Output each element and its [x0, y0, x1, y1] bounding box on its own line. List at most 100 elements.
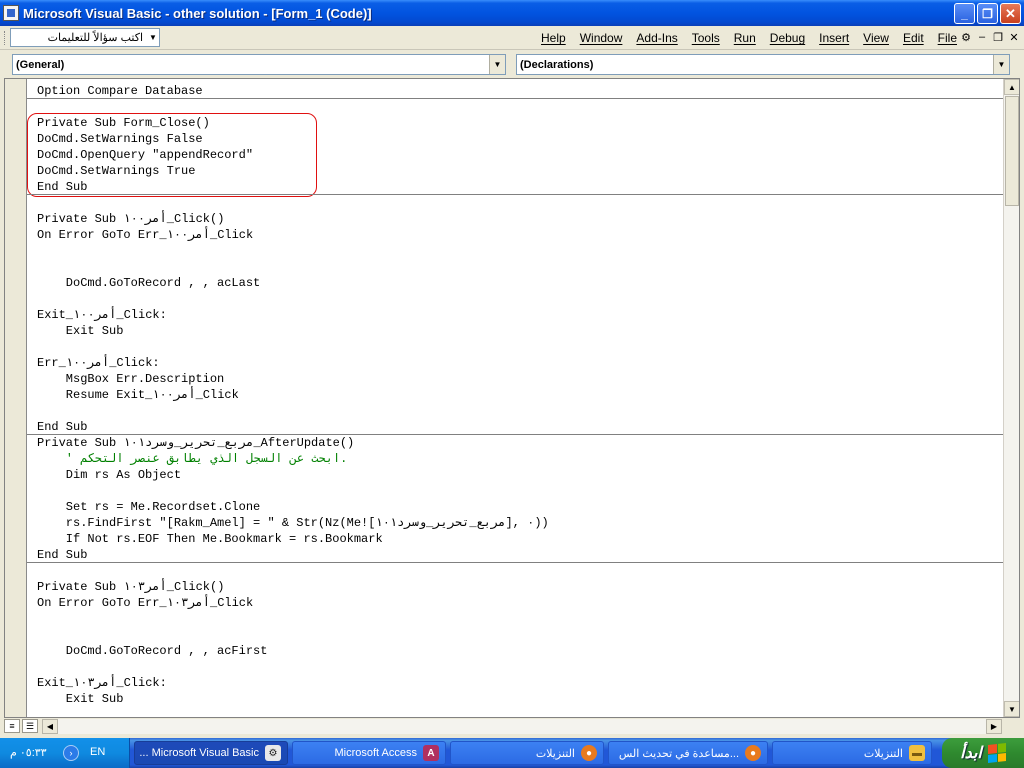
help-question-box[interactable]: اكتب سؤالاً للتعليمات ▼	[10, 28, 160, 47]
code-line[interactable]: Private Sub أمر١٠٣_Click()	[37, 579, 224, 595]
procedure-combo[interactable]: (Declarations) ▼	[516, 54, 1010, 75]
child-close-button[interactable]: ✕	[1008, 31, 1020, 44]
code-line[interactable]: Exit_أمر١٠٠_Click:	[37, 307, 167, 323]
menu-item-add-ins[interactable]: Add-Ins	[629, 31, 684, 45]
title-bar[interactable]: Microsoft Visual Basic - other solution …	[0, 0, 1024, 26]
procedure-combo-row: (General) ▼ (Declarations) ▼	[0, 51, 1024, 78]
code-line[interactable]: End Sub	[37, 419, 87, 435]
menu-item-insert[interactable]: Insert	[812, 31, 856, 45]
taskbar-button-vb[interactable]: ... Microsoft Visual Basic ⚙	[134, 741, 288, 765]
taskbar-button-access[interactable]: Microsoft Access A	[292, 741, 446, 765]
scroll-left-icon[interactable]: ◀	[42, 719, 58, 734]
object-combo[interactable]: (General) ▼	[12, 54, 506, 75]
code-line[interactable]: On Error GoTo Err_أمر١٠٠_Click	[37, 227, 253, 243]
procedure-separator	[27, 98, 1005, 99]
horizontal-scroll-row: ≡ ☰ ◀ ▶	[0, 718, 1024, 736]
vb-form-icon[interactable]: ⚙	[960, 31, 972, 44]
code-line[interactable]: Private Sub أمر١٠٠_Click()	[37, 211, 224, 227]
code-line[interactable]: End Sub	[37, 547, 87, 563]
folder-icon: ▬	[909, 745, 925, 761]
taskbar-button-downloads-firefox[interactable]: التنزيلات ●	[450, 741, 604, 765]
code-comment-line[interactable]: ' ابحث عن السجل الذي يطابق عنصر التحكم.	[37, 451, 348, 467]
code-line[interactable]: End Sub	[37, 179, 87, 195]
procedure-combo-value: (Declarations)	[520, 58, 594, 71]
view-buttons: ≡ ☰	[4, 719, 38, 733]
scroll-thumb[interactable]	[1005, 96, 1019, 206]
menu-item-view[interactable]: View	[856, 31, 896, 45]
code-window[interactable]: Option Compare Database Private Sub Form_…	[4, 78, 1020, 718]
restore-button[interactable]: ❐	[977, 3, 998, 24]
chevron-down-icon[interactable]: ▼	[147, 29, 159, 46]
scroll-up-icon[interactable]: ▲	[1004, 79, 1019, 95]
menu-items: Help Window Add-Ins Tools Run Debug Insert View…	[534, 26, 964, 50]
vb-icon: ⚙	[265, 745, 281, 761]
taskbar-button-label: مساعدة في تحديث الس...	[618, 747, 739, 760]
horizontal-scrollbar[interactable]	[58, 719, 986, 734]
taskbar-button-label: Microsoft Access	[334, 747, 417, 759]
taskbar-button-downloads-folder[interactable]: التنزيلات ▬	[772, 741, 932, 765]
close-button[interactable]: ✕	[1000, 3, 1021, 24]
scroll-down-icon[interactable]: ▼	[1004, 701, 1019, 717]
language-indicator[interactable]: EN	[90, 746, 105, 758]
help-question-text[interactable]: اكتب سؤالاً للتعليمات	[11, 31, 147, 44]
window-title: Microsoft Visual Basic - other solution …	[23, 5, 372, 21]
vertical-scrollbar[interactable]: ▲ ▼	[1003, 79, 1019, 717]
code-line[interactable]: If Not rs.EOF Then Me.Bookmark = rs.Book…	[37, 531, 383, 547]
procedure-view-icon[interactable]: ≡	[4, 719, 20, 733]
code-line[interactable]: Exit Sub	[37, 691, 124, 707]
code-line[interactable]: On Error GoTo Err_أمر١٠٣_Click	[37, 595, 253, 611]
window-controls: _ ❐ ✕	[954, 3, 1021, 24]
code-line[interactable]: rs.FindFirst "[Rakm_Amel] = " & Str(Nz(M…	[37, 515, 549, 531]
menu-item-debug[interactable]: Debug	[763, 31, 812, 45]
child-minimize-button[interactable]: –	[976, 31, 988, 44]
menu-bar: اكتب سؤالاً للتعليمات ▼ Help Window Add-In…	[0, 26, 1024, 50]
language-bar-icon[interactable]: ›	[63, 745, 79, 761]
code-line[interactable]: Set rs = Me.Recordset.Clone	[37, 499, 260, 515]
vb-app-icon[interactable]	[3, 5, 19, 21]
access-icon: A	[423, 745, 439, 761]
code-line[interactable]: Private Sub Form_Close()	[37, 115, 210, 131]
scroll-right-icon[interactable]: ▶	[986, 719, 1002, 734]
code-line[interactable]: Exit_أمر١٠٣_Click:	[37, 675, 167, 691]
taskbar-button-help-update[interactable]: مساعدة في تحديث الس... ●	[608, 741, 768, 765]
menu-item-edit[interactable]: Edit	[896, 31, 931, 45]
code-line[interactable]: Err_أمر١٠٠_Click:	[37, 355, 160, 371]
code-line[interactable]: DoCmd.SetWarnings False	[37, 131, 203, 147]
start-label: ابدأ	[960, 745, 982, 762]
firefox-icon: ●	[745, 745, 761, 761]
code-line[interactable]: Dim rs As Object	[37, 467, 181, 483]
procedure-separator	[27, 434, 1005, 435]
margin-indicator-bar[interactable]	[5, 79, 27, 717]
code-line[interactable]: DoCmd.OpenQuery "appendRecord"	[37, 147, 253, 163]
taskbar: ٠٥:٣٣ م › EN ... Microsoft Visual Basic …	[0, 738, 1024, 768]
code-line[interactable]: DoCmd.SetWarnings True	[37, 163, 195, 179]
taskbar-button-label: التنزيلات	[863, 747, 903, 760]
code-line[interactable]: Exit Sub	[37, 323, 124, 339]
code-line[interactable]: Private Sub مربع_تحرير_وسرد١٠١_AfterUpda…	[37, 435, 354, 451]
menu-item-window[interactable]: Window	[573, 31, 630, 45]
procedure-separator	[27, 562, 1005, 563]
code-line[interactable]: MsgBox Err.Description	[37, 371, 224, 387]
code-line[interactable]: Resume Exit_أمر١٠٠_Click	[37, 387, 239, 403]
toolbar-grip[interactable]	[4, 31, 7, 45]
code-line[interactable]: DoCmd.GoToRecord , , acLast	[37, 275, 260, 291]
clock[interactable]: ٠٥:٣٣ م	[10, 746, 47, 759]
minimize-button[interactable]: _	[954, 3, 975, 24]
menu-item-help[interactable]: Help	[534, 31, 573, 45]
child-window-controls: ⚙ – ❐ ✕	[960, 31, 1020, 44]
menu-item-run[interactable]: Run	[727, 31, 763, 45]
firefox-icon: ●	[581, 745, 597, 761]
code-editor[interactable]: Option Compare Database Private Sub Form_…	[27, 79, 1005, 717]
start-button[interactable]: ابدأ	[942, 738, 1024, 768]
full-module-view-icon[interactable]: ☰	[22, 719, 38, 733]
menu-item-file[interactable]: File	[931, 31, 964, 45]
chevron-down-icon[interactable]: ▼	[993, 55, 1009, 74]
child-restore-button[interactable]: ❐	[992, 31, 1004, 44]
windows-logo-icon	[987, 743, 1006, 763]
chevron-down-icon[interactable]: ▼	[489, 55, 505, 74]
menu-item-tools[interactable]: Tools	[685, 31, 727, 45]
code-line[interactable]: DoCmd.GoToRecord , , acFirst	[37, 643, 268, 659]
system-tray: ٠٥:٣٣ م › EN	[0, 738, 130, 768]
taskbar-button-label: ... Microsoft Visual Basic	[139, 747, 259, 759]
code-line[interactable]: Option Compare Database	[37, 83, 203, 99]
